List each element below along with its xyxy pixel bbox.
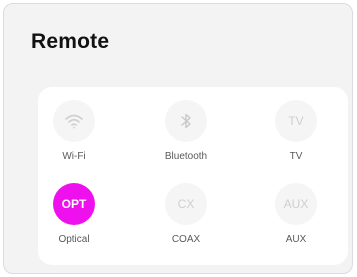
bluetooth-icon <box>165 100 207 142</box>
source-card: Wi-Fi Bluetooth TV TV OPT Optical CX COA… <box>38 87 348 265</box>
tv-icon: TV <box>275 100 317 142</box>
wifi-icon <box>53 100 95 142</box>
source-label: COAX <box>171 234 201 245</box>
source-wifi[interactable]: Wi-Fi <box>34 100 114 162</box>
remote-panel: Remote Wi-Fi Bluetooth TV TV OPT Optical… <box>3 3 353 274</box>
coax-icon: CX <box>165 183 207 225</box>
source-optical[interactable]: OPT Optical <box>34 183 114 245</box>
source-aux[interactable]: AUX AUX <box>256 183 336 245</box>
source-tv[interactable]: TV TV <box>256 100 336 162</box>
aux-icon: AUX <box>275 183 317 225</box>
source-label: AUX <box>285 234 307 245</box>
source-bluetooth[interactable]: Bluetooth <box>146 100 226 162</box>
panel-title: Remote <box>31 30 110 53</box>
source-label: Optical <box>58 234 90 245</box>
source-label: Bluetooth <box>164 151 208 162</box>
source-label: TV <box>289 151 303 162</box>
source-label: Wi-Fi <box>62 151 86 162</box>
source-coax[interactable]: CX COAX <box>146 183 226 245</box>
optical-icon: OPT <box>53 183 95 225</box>
